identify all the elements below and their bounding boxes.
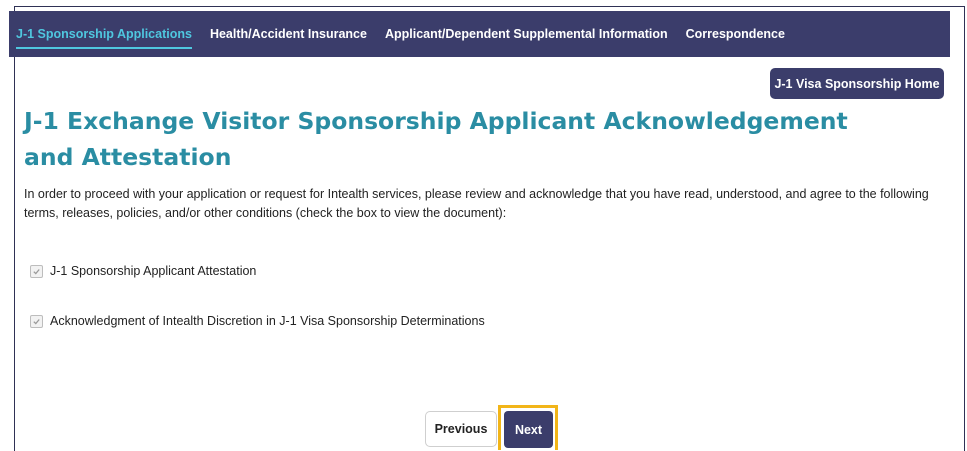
tab-health-accident-insurance[interactable]: Health/Accident Insurance: [210, 21, 367, 47]
checklist-item-discretion: Acknowledgment of Intealth Discretion in…: [30, 314, 485, 328]
top-navigation: J-1 Sponsorship Applications Health/Acci…: [9, 11, 950, 57]
checklist-item-label[interactable]: J-1 Sponsorship Applicant Attestation: [50, 264, 256, 278]
previous-button[interactable]: Previous: [425, 411, 497, 447]
tab-correspondence[interactable]: Correspondence: [686, 21, 785, 47]
checklist-item-label[interactable]: Acknowledgment of Intealth Discretion in…: [50, 314, 485, 328]
page-title: J-1 Exchange Visitor Sponsorship Applica…: [24, 107, 848, 171]
tab-supplemental-information[interactable]: Applicant/Dependent Supplemental Informa…: [385, 21, 668, 47]
discretion-checkbox[interactable]: [30, 314, 43, 328]
tab-j1-sponsorship-applications[interactable]: J-1 Sponsorship Applications: [16, 21, 192, 49]
checklist-item-attestation: J-1 Sponsorship Applicant Attestation: [30, 264, 256, 278]
attestation-checkbox[interactable]: [30, 264, 43, 278]
next-button[interactable]: Next: [504, 411, 553, 448]
checkmark-icon: [33, 318, 40, 324]
checkmark-icon: [33, 268, 40, 274]
j1-visa-sponsorship-home-button[interactable]: J-1 Visa Sponsorship Home: [770, 68, 944, 99]
intro-text: In order to proceed with your applicatio…: [24, 187, 929, 220]
